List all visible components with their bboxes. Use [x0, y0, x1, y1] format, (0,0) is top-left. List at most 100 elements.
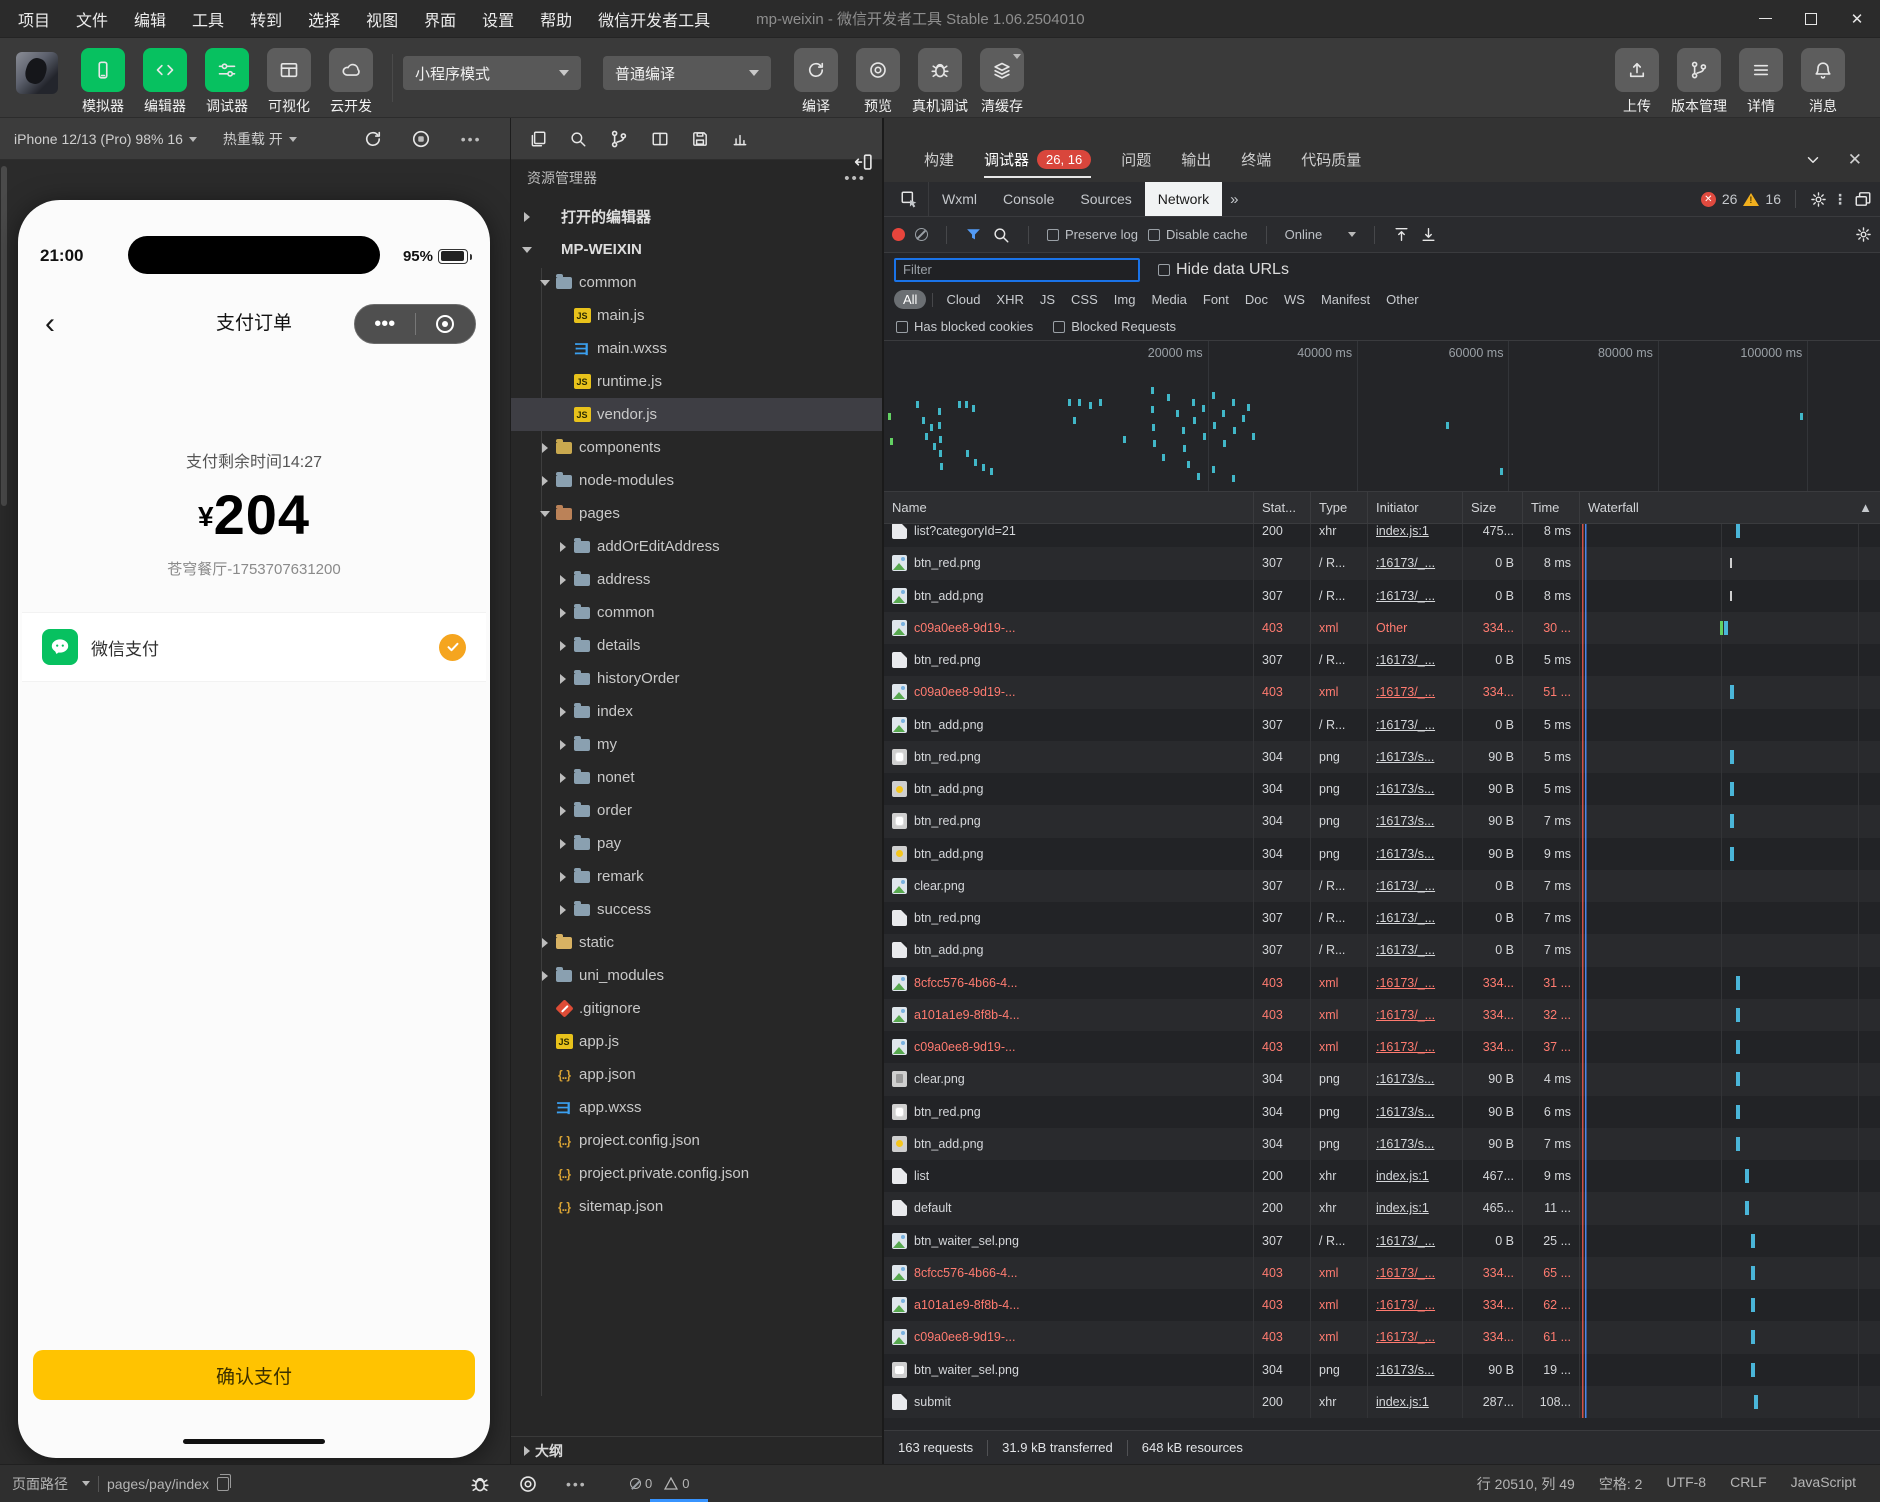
- copy-icon[interactable]: [217, 1477, 229, 1491]
- tree-item-success[interactable]: success: [511, 893, 882, 926]
- tree-item-node-modules[interactable]: node-modules: [511, 464, 882, 497]
- request-row[interactable]: btn_add.png304png:16173/s...90 B7 ms: [884, 1128, 1880, 1160]
- collapse-panel-icon[interactable]: [854, 152, 874, 172]
- request-row[interactable]: btn_red.png307/ R...:16173/_...0 B5 ms: [884, 644, 1880, 676]
- filter-chip-XHR[interactable]: XHR: [989, 290, 1030, 309]
- menu-item-文件[interactable]: 文件: [76, 7, 108, 31]
- request-row[interactable]: 8cfcc576-4b66-4...403xml:16173/_...334..…: [884, 1257, 1880, 1289]
- avatar[interactable]: [16, 52, 58, 94]
- files-icon[interactable]: [529, 130, 547, 148]
- tree-item-runtime.js[interactable]: JSruntime.js: [511, 365, 882, 398]
- kebab-menu-icon[interactable]: ⋮: [1833, 191, 1848, 208]
- tree-item-app.js[interactable]: JSapp.js: [511, 1025, 882, 1058]
- menu-item-工具[interactable]: 工具: [192, 7, 224, 31]
- tree-item-pages[interactable]: pages: [511, 497, 882, 530]
- tree-item-remark[interactable]: remark: [511, 860, 882, 893]
- menu-item-项目[interactable]: 项目: [18, 7, 50, 31]
- debugger-tab-调试器[interactable]: 调试器26, 16: [984, 149, 1091, 174]
- tree-item-main.js[interactable]: JSmain.js: [511, 299, 882, 332]
- toolbar-编辑器[interactable]: 编辑器: [134, 48, 196, 116]
- menu-item-界面[interactable]: 界面: [424, 7, 456, 31]
- request-row[interactable]: btn_red.png304png:16173/s...90 B7 ms: [884, 805, 1880, 837]
- request-row[interactable]: 8cfcc576-4b66-4...403xml:16173/_...334..…: [884, 967, 1880, 999]
- filter-chip-Img[interactable]: Img: [1107, 290, 1143, 309]
- tree-item-sitemap.json[interactable]: {..}sitemap.json: [511, 1190, 882, 1223]
- eye-icon[interactable]: [518, 1474, 538, 1494]
- request-row[interactable]: btn_add.png304png:16173/s...90 B5 ms: [884, 773, 1880, 805]
- devtools-tab-Network[interactable]: Network: [1145, 182, 1222, 216]
- request-row[interactable]: btn_red.png307/ R...:16173/_...0 B8 ms: [884, 547, 1880, 579]
- debugger-tab-问题[interactable]: 问题: [1121, 149, 1151, 174]
- network-settings-gear-icon[interactable]: [1855, 226, 1872, 243]
- compile-mode-select[interactable]: 普通编译: [603, 56, 771, 90]
- maximize-button[interactable]: [1788, 0, 1834, 38]
- network-overview-timeline[interactable]: 20000 ms40000 ms60000 ms80000 ms100000 m…: [884, 341, 1880, 492]
- request-row[interactable]: btn_add.png304png:16173/s...90 B9 ms: [884, 838, 1880, 870]
- status-item[interactable]: UTF-8: [1666, 1474, 1706, 1494]
- request-row[interactable]: btn_red.png304png:16173/s...90 B5 ms: [884, 741, 1880, 773]
- filter-chip-Manifest[interactable]: Manifest: [1314, 290, 1377, 309]
- column-header-Initiator[interactable]: Initiator: [1368, 492, 1463, 523]
- request-row[interactable]: btn_red.png307/ R...:16173/_...0 B7 ms: [884, 902, 1880, 934]
- request-row[interactable]: submit200xhrindex.js:1287...108...: [884, 1386, 1880, 1418]
- mode-select[interactable]: 小程序模式: [403, 56, 581, 90]
- request-row[interactable]: clear.png307/ R...:16173/_...0 B7 ms: [884, 870, 1880, 902]
- toolbar-模拟器[interactable]: 模拟器: [72, 48, 134, 116]
- toolbar-云开发[interactable]: 云开发: [320, 48, 382, 116]
- tree-item-addOrEditAddress[interactable]: addOrEditAddress: [511, 530, 882, 563]
- menu-item-转到[interactable]: 转到: [250, 7, 282, 31]
- import-har-icon[interactable]: [1393, 226, 1410, 243]
- column-header-Size[interactable]: Size: [1463, 492, 1523, 523]
- tree-item-order[interactable]: order: [511, 794, 882, 827]
- status-item[interactable]: 行 20510, 列 49: [1477, 1474, 1575, 1494]
- request-row[interactable]: c09a0ee8-9d19-...403xmlOther334...30 ...: [884, 612, 1880, 644]
- tree-item-my[interactable]: my: [511, 728, 882, 761]
- column-header-Time[interactable]: Time: [1523, 492, 1580, 523]
- stats-icon[interactable]: [731, 130, 749, 148]
- tree-item-nonet[interactable]: nonet: [511, 761, 882, 794]
- menu-item-选择[interactable]: 选择: [308, 7, 340, 31]
- tree-item-details[interactable]: details: [511, 629, 882, 662]
- more-tabs-icon[interactable]: »: [1222, 191, 1246, 208]
- debugger-tab-代码质量[interactable]: 代码质量: [1301, 149, 1361, 174]
- export-har-icon[interactable]: [1420, 226, 1437, 243]
- request-row[interactable]: btn_add.png307/ R...:16173/_...0 B5 ms: [884, 709, 1880, 741]
- hot-reload-toggle[interactable]: 热重载 开: [223, 129, 297, 149]
- toolbar-可视化[interactable]: 可视化: [258, 48, 320, 116]
- tree-item-common[interactable]: common: [511, 596, 882, 629]
- more-icon[interactable]: •••: [844, 170, 866, 187]
- request-row[interactable]: c09a0ee8-9d19-...403xml:16173/_...334...…: [884, 1031, 1880, 1063]
- tree-item-index[interactable]: index: [511, 695, 882, 728]
- filter-chip-WS[interactable]: WS: [1277, 290, 1312, 309]
- toolbar-消息[interactable]: 消息: [1792, 48, 1854, 116]
- filter-input[interactable]: [894, 258, 1140, 282]
- request-row[interactable]: list200xhrindex.js:1467...9 ms: [884, 1160, 1880, 1192]
- payment-method-card[interactable]: 微信支付: [22, 612, 486, 682]
- stop-icon[interactable]: [411, 129, 431, 149]
- request-row[interactable]: btn_waiter_sel.png304png:16173/s...90 B1…: [884, 1354, 1880, 1386]
- menu-item-帮助[interactable]: 帮助: [540, 7, 572, 31]
- menu-item-设置[interactable]: 设置: [482, 7, 514, 31]
- settings-gear-icon[interactable]: [1810, 191, 1827, 208]
- outline-section[interactable]: 大纲: [511, 1436, 882, 1464]
- disable-cache-checkbox[interactable]: Disable cache: [1148, 227, 1248, 242]
- toolbar-编译[interactable]: 编译: [785, 48, 847, 116]
- filter-chip-Font[interactable]: Font: [1196, 290, 1236, 309]
- devtools-tab-Console[interactable]: Console: [990, 182, 1067, 216]
- status-item[interactable]: 空格: 2: [1599, 1474, 1643, 1494]
- split-editor-icon[interactable]: [651, 130, 669, 148]
- devtools-tab-Wxml[interactable]: Wxml: [929, 182, 990, 216]
- filter-chip-JS[interactable]: JS: [1033, 290, 1062, 309]
- capsule-more-button[interactable]: •••: [355, 313, 415, 336]
- debugger-tab-构建[interactable]: 构建: [924, 149, 954, 174]
- confirm-pay-button[interactable]: 确认支付: [33, 1350, 475, 1400]
- request-row[interactable]: a101a1e9-8f8b-4...403xml:16173/_...334..…: [884, 1289, 1880, 1321]
- toolbar-清缓存[interactable]: 清缓存: [971, 48, 1033, 116]
- filter-chip-CSS[interactable]: CSS: [1064, 290, 1105, 309]
- tree-item-common[interactable]: common: [511, 266, 882, 299]
- status-item[interactable]: CRLF: [1730, 1474, 1767, 1494]
- filter-chip-Cloud[interactable]: Cloud: [939, 290, 987, 309]
- bug-icon[interactable]: [470, 1474, 490, 1494]
- toolbar-详情[interactable]: 详情: [1730, 48, 1792, 116]
- restart-icon[interactable]: [363, 129, 383, 149]
